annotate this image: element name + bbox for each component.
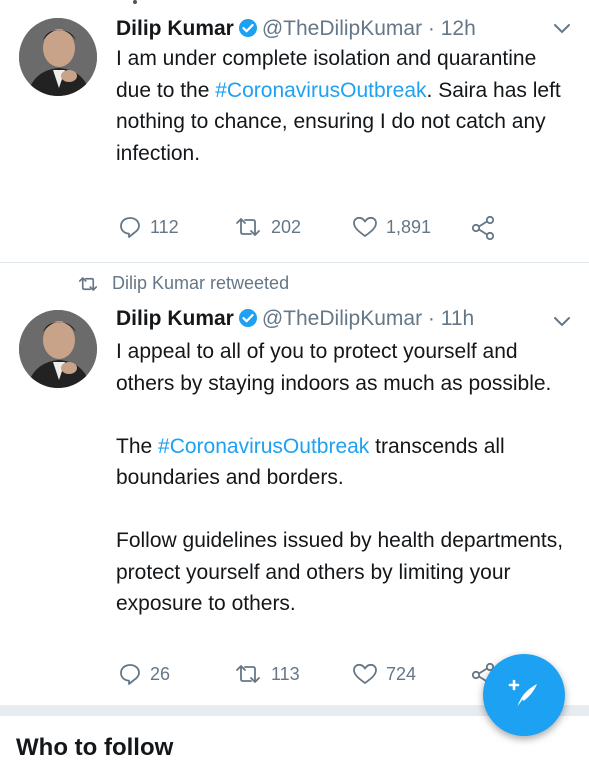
dot-separator: · <box>427 307 435 330</box>
compose-tweet-button[interactable] <box>483 654 565 736</box>
retweet-icon <box>236 665 260 683</box>
author-name[interactable]: Dilip Kumar <box>116 307 234 330</box>
retweet-button[interactable]: 113 <box>233 662 300 686</box>
tweet-text: I appeal to all of you to protect yourse… <box>116 336 576 620</box>
retweet-count: 113 <box>271 663 300 684</box>
tweet-time[interactable]: 11h <box>441 307 474 330</box>
tweet-2[interactable]: Dilip Kumar @TheDilipKumar · 11h I appeal… <box>0 0 589 705</box>
who-to-follow-heading: Who to follow <box>16 734 174 761</box>
reply-icon <box>120 664 140 685</box>
compose-icon <box>508 679 537 709</box>
author-handle[interactable]: @TheDilipKumar <box>262 307 422 330</box>
like-button[interactable]: 724 <box>352 662 416 686</box>
tweet-text-pre: The <box>116 434 159 458</box>
tweet-header: Dilip Kumar @TheDilipKumar · 11h <box>116 306 474 335</box>
tweet-paragraph-3: Follow guidelines issued by health depar… <box>116 529 564 615</box>
like-icon <box>353 663 377 684</box>
like-count: 724 <box>386 663 417 684</box>
verified-badge-icon <box>238 308 258 335</box>
tweet-paragraph-1: I appeal to all of you to protect yourse… <box>116 340 552 395</box>
avatar-image <box>19 310 97 388</box>
reply-button[interactable]: 26 <box>118 662 170 686</box>
tweet-paragraph-2: The #CoronavirusOutbreak transcends all … <box>116 431 576 494</box>
chevron-down-icon[interactable] <box>553 315 571 333</box>
avatar[interactable] <box>19 310 97 388</box>
hashtag-link[interactable]: #CoronavirusOutbreak <box>158 435 369 458</box>
reply-count: 26 <box>150 663 171 684</box>
